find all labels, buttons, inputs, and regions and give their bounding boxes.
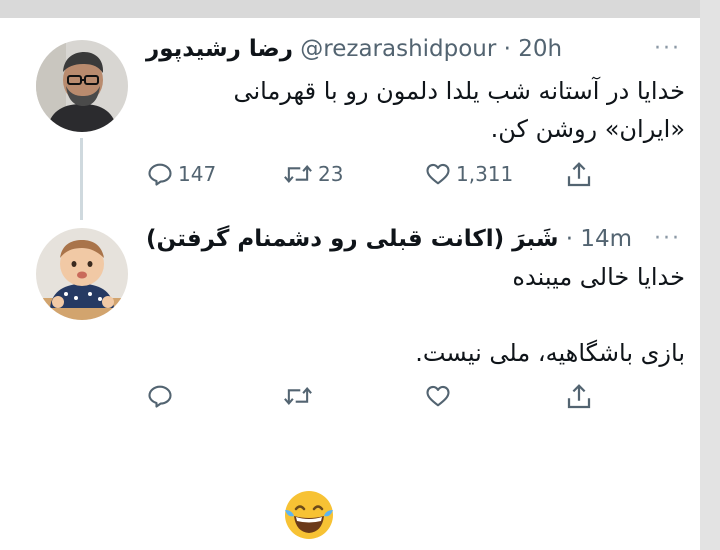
share-icon — [567, 162, 591, 187]
tweet1-reply-count: 147 — [178, 162, 217, 186]
tweet1-like-count: 1,311 — [456, 162, 514, 186]
tweet1-retweet-count: 23 — [318, 162, 344, 186]
retweet-icon — [284, 387, 312, 405]
reply-icon — [148, 385, 172, 408]
heart-icon — [426, 385, 450, 407]
tweet2-time[interactable]: · 14m — [566, 226, 632, 252]
tweet2-retweet-button[interactable] — [282, 382, 314, 410]
tweet1-more-icon[interactable]: ··· — [654, 36, 681, 61]
tweet1-reply-button[interactable]: 147 — [146, 160, 216, 188]
avatar-photo-man — [36, 40, 128, 132]
tweet2-text-line1: خدایا خالی میبنده — [512, 263, 685, 291]
tweet1-text-line1: خدایا در آستانه شب یلدا دلمون رو با قهرم… — [233, 77, 685, 105]
right-frame-border — [700, 0, 720, 550]
tweet1-display-name[interactable]: رضا رشیدپور — [146, 36, 293, 62]
tweet1-like-button[interactable]: 1,311 — [424, 160, 513, 188]
tweet1-share-button[interactable] — [564, 160, 594, 190]
tweet2-more-icon[interactable]: ··· — [654, 226, 681, 251]
tweet2-like-button[interactable] — [424, 382, 452, 410]
share-icon — [567, 384, 591, 409]
top-frame-border — [0, 0, 720, 18]
tweet2-avatar[interactable] — [36, 228, 128, 320]
tweet1-handle[interactable]: @rezarashidpour — [300, 36, 496, 62]
reply-icon — [148, 163, 172, 186]
tweet2-display-name[interactable]: شَبرَ (اکانت قبلی رو دشمنام گرفتن) — [146, 226, 558, 252]
face-with-tears-of-joy-emoji — [282, 488, 336, 542]
avatar-photo-baby — [36, 228, 128, 320]
tweet1-retweet-button[interactable]: 23 — [282, 160, 343, 188]
laughing-emoji-icon — [285, 491, 333, 539]
thread-connector-line — [80, 138, 83, 220]
tweet2-share-button[interactable] — [564, 382, 594, 412]
tweet1-header: رضا رشیدپور @rezarashidpour · 20h — [146, 36, 562, 62]
tweet2-text-line2: بازی باشگاهیه، ملی نیست. — [415, 339, 685, 367]
tweet1-time[interactable]: · 20h — [504, 36, 562, 62]
retweet-icon — [284, 165, 312, 183]
tweet2-reply-button[interactable] — [146, 382, 174, 410]
tweet1-avatar[interactable] — [36, 40, 128, 132]
tweet2-header: شَبرَ (اکانت قبلی رو دشمنام گرفتن) · 14m — [146, 226, 632, 252]
tweet1-text-line2: «ایران» روشن کن. — [490, 115, 685, 143]
heart-icon — [426, 163, 450, 185]
